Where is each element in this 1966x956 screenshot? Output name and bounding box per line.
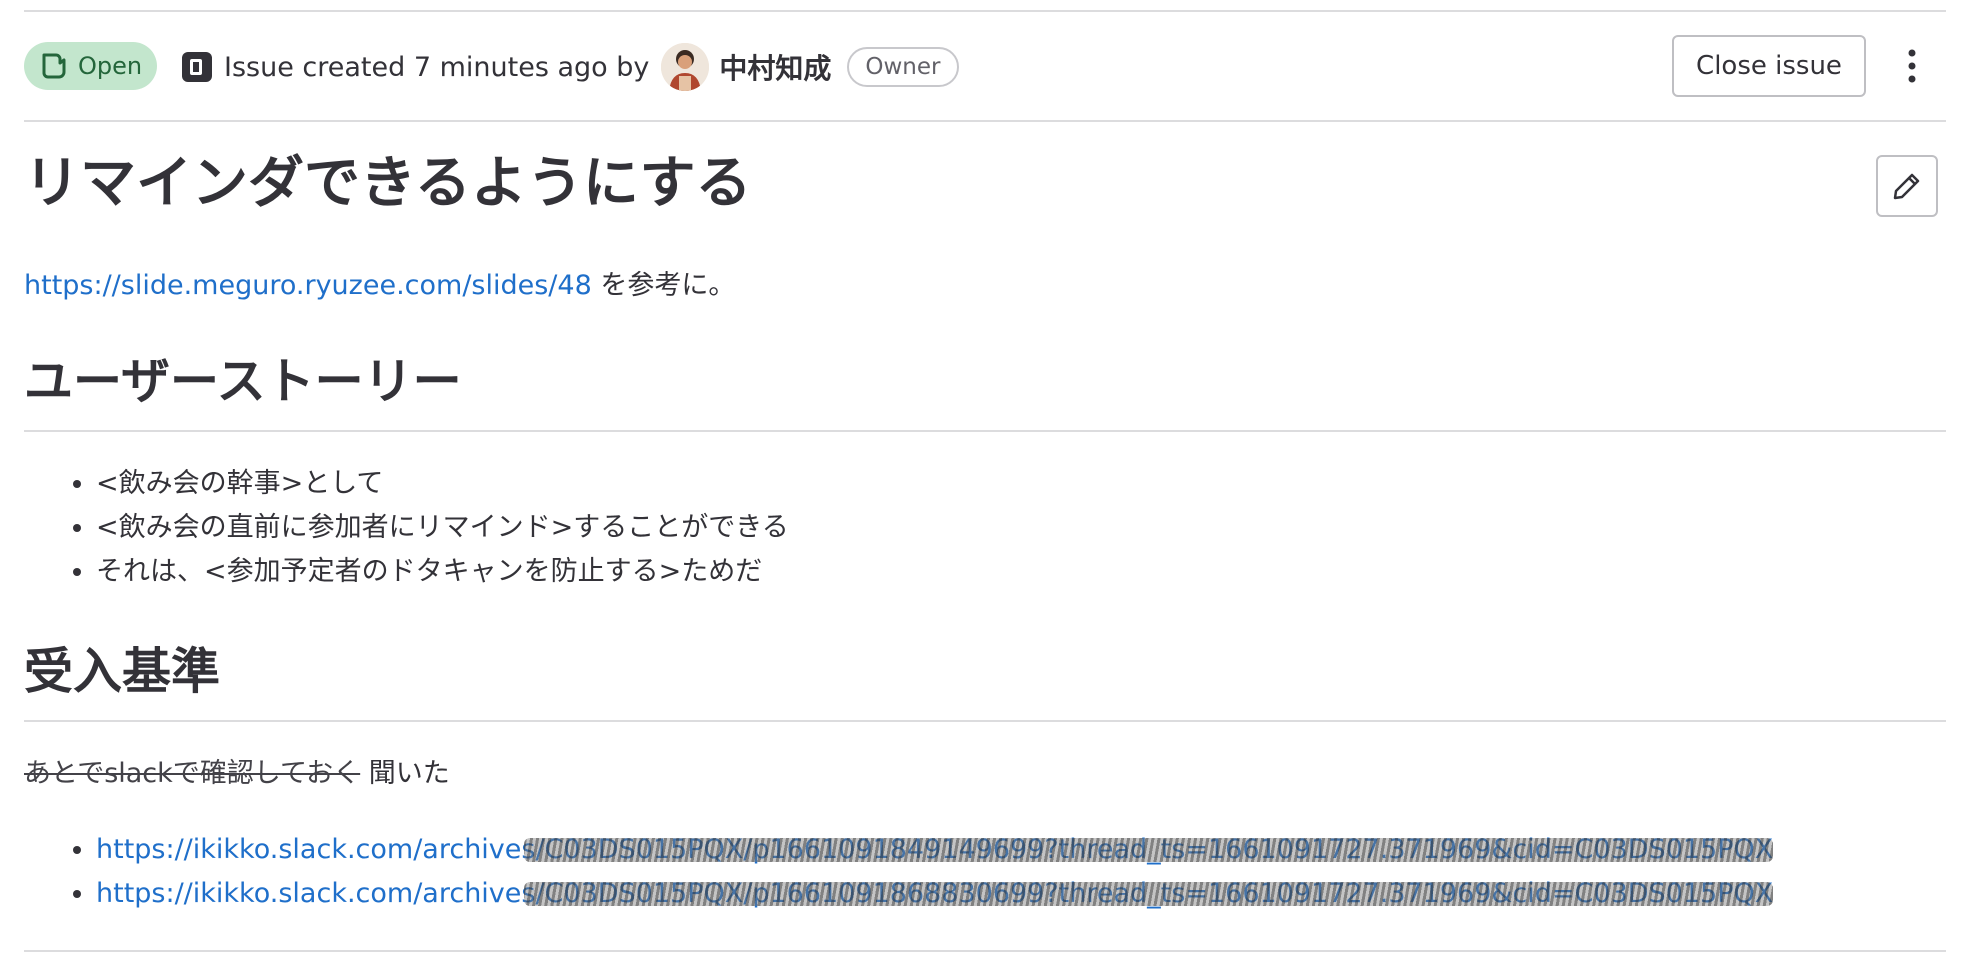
link-wrapper: https://ikikko.slack.com/archives/C03DS0… — [96, 872, 1774, 916]
author-name[interactable]: 中村知成 — [719, 47, 831, 87]
list-item: それは、<参加予定者のドタキャンを防止する>ためだ — [96, 550, 789, 594]
issue-open-icon — [42, 53, 66, 79]
user-story-divider — [24, 430, 1946, 432]
header-divider — [24, 120, 1946, 122]
close-issue-button[interactable]: Close issue — [1672, 35, 1866, 97]
pencil-icon — [1893, 173, 1920, 200]
acceptance-heading: 受入基準 — [24, 643, 221, 700]
reference-link[interactable]: https://slide.meguro.ryuzee.com/slides/4… — [24, 270, 592, 301]
user-story-list: <飲み会の幹事>として <飲み会の直前に参加者にリマインド>することができる そ… — [24, 462, 789, 594]
issue-meta: Issue created 7 minutes ago by 中村知成 Owne… — [180, 40, 959, 94]
user-story-heading: ユーザーストーリー — [24, 353, 462, 410]
issue-type-icon — [182, 52, 212, 82]
list-item: <飲み会の幹事>として — [96, 462, 789, 506]
acceptance-links: https://ikikko.slack.com/archives/C03DS0… — [24, 828, 1774, 916]
issue-title: リマインダできるようにする — [24, 151, 752, 216]
acceptance-divider — [24, 720, 1946, 722]
redaction-scribble — [524, 838, 1774, 862]
link-wrapper: https://ikikko.slack.com/archives/C03DS0… — [96, 828, 1774, 872]
list-item: https://ikikko.slack.com/archives/C03DS0… — [96, 872, 1774, 916]
top-divider — [24, 10, 1946, 12]
acceptance-note: あとでslackで確認しておく 聞いた — [24, 754, 450, 794]
role-badge: Owner — [847, 47, 959, 87]
reference-suffix: を参考に。 — [591, 270, 736, 301]
created-text: Issue created 7 minutes ago by — [224, 51, 650, 83]
kebab-menu-icon[interactable] — [1902, 48, 1922, 84]
list-item: <飲み会の直前に参加者にリマインド>することができる — [96, 506, 789, 550]
list-item: https://ikikko.slack.com/archives/C03DS0… — [96, 828, 1774, 872]
bottom-divider — [24, 950, 1946, 952]
struck-text: あとでslackで確認しておく — [24, 758, 361, 789]
status-label: Open — [78, 52, 143, 80]
note-text: 聞いた — [360, 758, 450, 789]
redaction-scribble — [524, 882, 1774, 906]
status-badge: Open — [24, 42, 157, 90]
reference-paragraph: https://slide.meguro.ryuzee.com/slides/4… — [24, 266, 735, 306]
issue-header: Open Issue created 7 minutes ago by 中村知成… — [24, 35, 1946, 100]
avatar[interactable] — [661, 43, 710, 91]
edit-title-button[interactable] — [1876, 155, 1938, 217]
